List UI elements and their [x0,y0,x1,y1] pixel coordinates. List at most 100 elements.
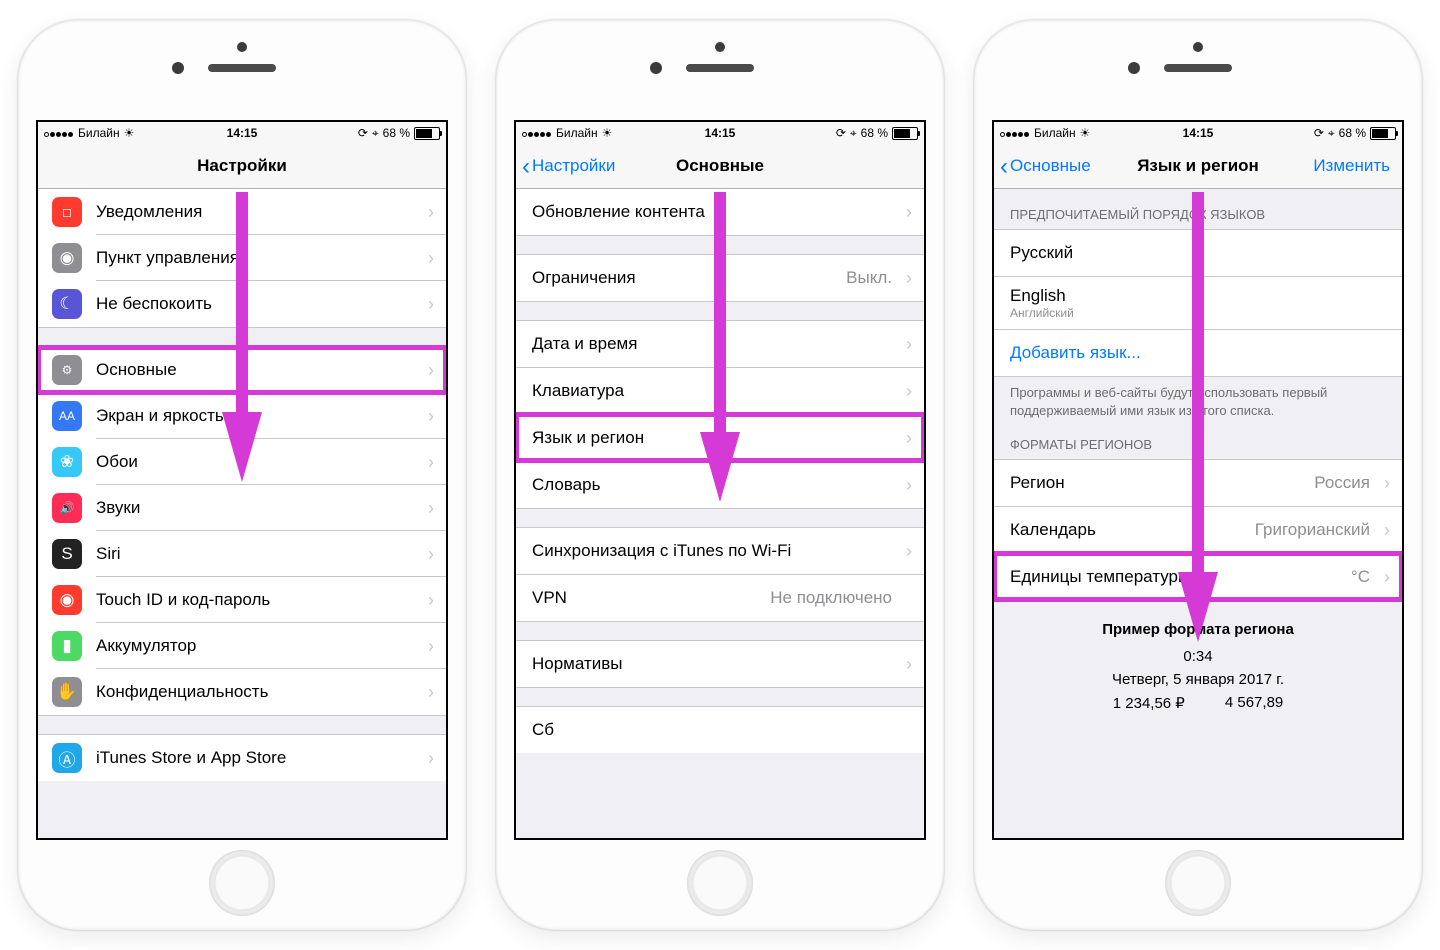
app-icon: ◻︎ [52,197,82,227]
chevron-right-icon: › [906,268,912,289]
bluetooth-icon: ⌖ [1328,126,1335,141]
battery-icon [414,127,440,140]
chevron-left-icon: ‹ [1000,158,1008,175]
app-icon: ✋ [52,677,82,707]
example-title: Пример формата региона [994,621,1402,638]
edit-button[interactable]: Изменить [1313,156,1390,176]
app-icon: Ⓐ [52,743,82,773]
row-label: iTunes Store и App Store [96,748,286,768]
chevron-right-icon: › [1384,520,1390,541]
row-label: Уведомления [96,202,202,222]
row-value: Россия [1314,473,1370,493]
row-label: Звуки [96,498,140,518]
list-item[interactable]: Сб [516,707,924,753]
list-item[interactable]: 🔊Звуки› [38,485,446,531]
chevron-right-icon: › [428,590,434,611]
back-button[interactable]: ‹Основные [1000,156,1091,176]
screen-3: Билайн ☀︎ 14:15 ⟳ ⌖ 68 % ‹Основные Язык … [992,120,1404,840]
chevron-right-icon: › [428,294,434,315]
row-label: VPN [532,588,567,608]
sensor-dot [715,42,725,52]
page-title: Основные [676,156,764,176]
list-item[interactable]: ✋Конфиденциальность› [38,669,446,715]
home-button[interactable] [687,850,753,916]
settings-list[interactable]: ◻︎ Уведомления › ◉Пункт управления›☾Не бесп… [38,189,446,838]
list-item[interactable]: РегионРоссия› [994,460,1402,506]
chevron-right-icon: › [428,682,434,703]
chevron-right-icon: › [428,202,434,223]
row-label: Siri [96,544,121,564]
row-label: Добавить язык... [1010,343,1141,363]
row-label: Единицы температуры [1010,567,1190,587]
general-list[interactable]: Обновление контента› ОграниченияВыкл.› Д… [516,189,924,838]
list-item[interactable]: Единицы температуры°C› [994,553,1402,600]
wifi-icon: ☀︎ [602,126,613,140]
row-label: Календарь [1010,520,1096,540]
list-item[interactable]: AAЭкран и яркость› [38,393,446,439]
speaker-grill [1164,64,1232,72]
list-item[interactable]: Язык и регион› [516,414,924,461]
list-item[interactable]: Словарь› [516,461,924,508]
list-item[interactable]: Нормативы› [516,641,924,687]
list-item[interactable]: ⒶiTunes Store и App Store › [38,735,446,781]
row-label: Регион [1010,473,1065,493]
chevron-right-icon: › [1384,567,1390,588]
rotation-lock-icon: ⟳ [358,126,368,140]
chevron-right-icon: › [906,654,912,675]
list-item[interactable]: Клавиатура› [516,367,924,414]
chevron-right-icon: › [906,428,912,449]
row-label: Словарь [532,475,600,495]
phone-settings: Билайн ☀︎ 14:15 ⟳ ⌖ 68 % Настройки ◻︎Уве… [18,20,466,930]
home-button[interactable] [1165,850,1231,916]
carrier-label: Билайн [1034,126,1076,140]
row-value: Григорианский [1255,520,1370,540]
phone-language-region: Билайн ☀︎ 14:15 ⟳ ⌖ 68 % ‹Основные Язык … [974,20,1422,930]
row-label: Пункт управления [96,248,239,268]
section-header: ПРЕДПОЧИТАЕМЫЙ ПОРЯДОК ЯЗЫКОВ [994,189,1402,229]
back-button[interactable]: ‹Настройки [522,156,615,176]
battery-label: 68 % [1339,126,1366,140]
row-label: Синхронизация с iTunes по Wi-Fi [532,541,791,561]
row-label: Аккумулятор [96,636,196,656]
list-item[interactable]: ◻︎ Уведомления › [38,189,446,235]
chevron-left-icon: ‹ [522,158,530,175]
list-item[interactable]: Синхронизация с iTunes по Wi-Fi › [516,528,924,574]
list-item[interactable]: SSiri› [38,531,446,577]
chevron-right-icon: › [428,748,434,769]
chevron-right-icon: › [906,541,912,562]
list-item[interactable]: Дата и время› [516,321,924,367]
list-item[interactable]: ▮Аккумулятор› [38,623,446,669]
battery-label: 68 % [861,126,888,140]
row-label: Дата и время [532,334,637,354]
list-item[interactable]: ◉Touch ID и код-пароль› [38,577,446,623]
add-language-button[interactable]: Добавить язык... [994,329,1402,376]
home-button[interactable] [209,850,275,916]
page-title: Настройки [197,156,287,176]
navbar-settings: Настройки [38,144,446,189]
bluetooth-icon: ⌖ [850,126,857,141]
navbar-lang-region: ‹Основные Язык и регион Изменить [994,144,1402,189]
app-icon: S [52,539,82,569]
chevron-right-icon: › [428,406,434,427]
lang-region-list[interactable]: ПРЕДПОЧИТАЕМЫЙ ПОРЯДОК ЯЗЫКОВ РусскийEng… [994,189,1402,838]
sensor-dot [237,42,247,52]
list-item[interactable]: Обновление контента› [516,189,924,235]
status-bar: Билайн ☀︎ 14:15 ⟳ ⌖ 68 % [994,122,1402,144]
list-item[interactable]: ⚙︎Основные› [38,347,446,393]
list-item[interactable]: Календарь Григорианский › [994,506,1402,553]
list-item[interactable]: ❀Обои› [38,439,446,485]
back-label: Основные [1010,156,1091,176]
app-icon: AA [52,401,82,431]
list-item[interactable]: ☾Не беспокоить› [38,281,446,327]
bluetooth-icon: ⌖ [372,126,379,141]
list-item[interactable]: ОграниченияВыкл.› [516,255,924,301]
battery-label: 68 % [383,126,410,140]
language-item[interactable]: EnglishАнглийский [994,276,1402,329]
chevron-right-icon: › [906,381,912,402]
list-item[interactable]: ◉Пункт управления› [38,235,446,281]
rotation-lock-icon: ⟳ [836,126,846,140]
chevron-right-icon: › [428,636,434,657]
front-camera [650,62,662,74]
language-item[interactable]: Русский [994,230,1402,276]
list-item[interactable]: VPNНе подключено [516,574,924,621]
